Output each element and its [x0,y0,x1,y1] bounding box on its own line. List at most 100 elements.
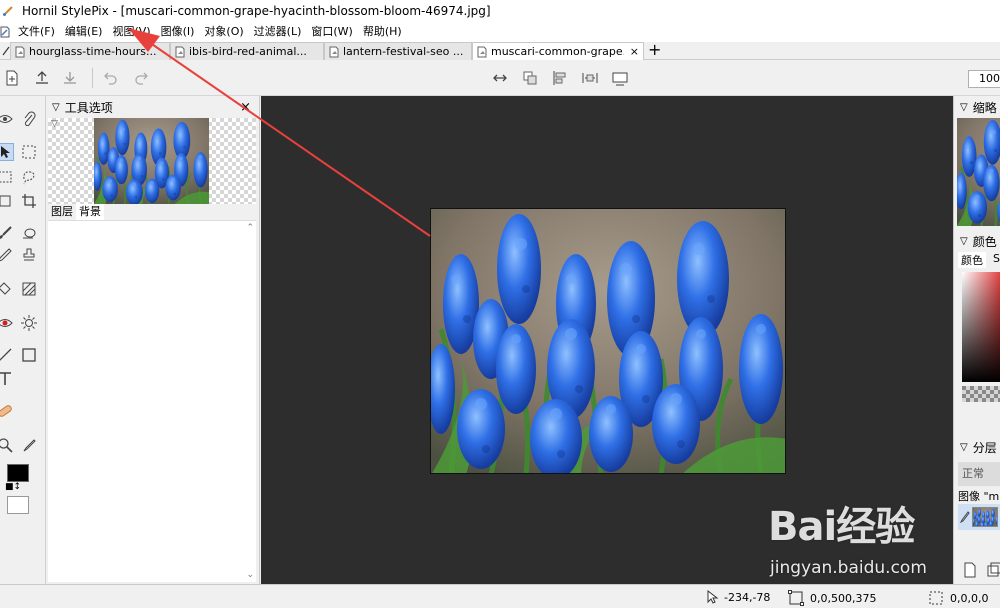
layers-arrange-icon [523,71,537,85]
canvas-size-button[interactable] [610,69,630,87]
menu-image[interactable]: 图像(I) [156,22,200,42]
tool-crop[interactable] [20,192,38,210]
tool-lasso[interactable] [20,168,38,186]
navigator-thumbnail[interactable] [957,118,1000,226]
background-color-swatch[interactable] [7,496,29,514]
tool-bandage[interactable] [0,402,14,420]
tool-transform[interactable] [0,192,14,210]
tool-eye[interactable] [0,110,14,128]
close-icon[interactable]: × [630,45,639,58]
menu-edit[interactable]: 编辑(E) [60,22,108,42]
swap-colors-icon[interactable]: ■↕ [5,482,21,492]
chevron-down-icon[interactable]: ▽ [960,236,968,247]
window-title: Hornil StylePix - [muscari-common-grape-… [22,4,491,18]
triangle-down-icon[interactable]: ▽ [51,119,58,129]
undo-icon [104,72,117,85]
upload-icon [36,71,48,84]
close-icon[interactable]: × [240,100,251,115]
subtab-layer[interactable]: 图层 [48,204,76,220]
tool-brush[interactable] [0,224,14,242]
redo-button[interactable] [132,69,152,87]
new-image-icon [6,70,18,86]
alpha-slider[interactable] [962,386,1000,402]
chevron-down-icon[interactable]: ▽ [52,102,60,113]
image-file-icon [329,46,339,57]
layer-duplicate-button[interactable] [986,562,1000,581]
menu-file[interactable]: 文件(F) [13,22,60,42]
tool-eyedropper[interactable] [20,436,38,454]
foreground-color-swatch[interactable] [7,464,29,482]
tab-lantern[interactable]: lantern-festival-seo ... [324,42,472,60]
tool-zoom[interactable] [0,436,14,454]
color-panel-header: ▽ 颜色 [954,230,1000,252]
tool-clone[interactable] [20,246,38,264]
tab-muscari[interactable]: muscari-common-grape... × [472,42,644,60]
blend-mode-select[interactable]: 正常 [958,462,1000,486]
bounds-icon [788,590,804,606]
tool-pointer[interactable] [0,143,14,161]
tool-marquee-select[interactable] [20,143,38,161]
lasso-icon [23,171,35,185]
image-bounds: 0,0,500,375 [788,590,876,606]
layer-new-button[interactable] [962,562,978,581]
color-panel-tabs: 颜色 S [958,252,1000,268]
tab-list-icon[interactable] [2,45,10,57]
new-tab-button[interactable]: + [648,40,661,59]
tool-brightness[interactable] [20,314,38,332]
menu-bar: 文件(F) 编辑(E) 视图(V) 图像(I) 对象(O) 过滤器(L) 窗口(… [0,22,1000,42]
zoom-level-field[interactable]: 100% [968,70,1000,88]
layer-thumbnail [972,507,998,527]
menu-window[interactable]: 窗口(W) [306,22,357,42]
tab-color[interactable]: 颜色 [958,252,986,268]
tool-paperclip[interactable] [20,110,38,128]
document-tab-bar: hourglass-time-hours... ibis-bird-red-an… [0,40,1000,60]
rectangle-icon [22,348,36,362]
tool-options-subtabs: 图层 背景 [48,204,256,220]
menu-object[interactable]: 对象(O) [199,22,248,42]
tool-rect-select[interactable] [0,168,14,186]
tab-swatches[interactable]: S [990,252,1000,268]
distribute-button[interactable] [580,69,600,87]
menu-filter[interactable]: 过滤器(L) [249,22,307,42]
scroll-up-icon[interactable]: ⌃ [246,223,254,233]
thumbnail-panel-header: ▽ 缩略 [954,96,1000,118]
canvas-area[interactable] [261,96,953,584]
tool-gradient[interactable] [20,280,38,298]
tab-hourglass[interactable]: hourglass-time-hours... [10,42,170,60]
tool-fill[interactable] [0,280,14,298]
color-picker-field[interactable] [962,272,1000,382]
import-button[interactable] [60,69,80,87]
toolbar-separator [92,68,93,88]
new-layer-icon [964,562,976,578]
pencil-icon [960,511,970,523]
subtab-background[interactable]: 背景 [76,204,104,220]
tool-rectangle[interactable] [20,346,38,364]
image-bounds-value: 0,0,500,375 [810,591,877,605]
layer-row[interactable] [958,504,1000,530]
tool-line[interactable] [0,346,14,364]
export-button[interactable] [32,69,52,87]
tab-ibis[interactable]: ibis-bird-red-animal... [170,42,324,60]
marquee-icon [22,145,36,159]
grape-hyacinth-photo [431,209,786,474]
tool-pencil[interactable] [0,246,14,264]
tool-red-eye[interactable] [0,314,14,332]
line-icon [0,348,12,361]
undo-button[interactable] [100,69,120,87]
align-button[interactable] [550,69,570,87]
image-canvas[interactable] [430,208,786,474]
layers-panel-title: 分层 [972,440,997,455]
menu-help[interactable]: 帮助(H) [358,22,407,42]
chevron-down-icon[interactable]: ▽ [960,442,968,453]
chevron-down-icon[interactable]: ▽ [960,102,968,113]
image-file-icon [15,46,25,57]
new-image-button[interactable] [2,69,22,87]
red-eye-icon [0,319,13,327]
flip-button[interactable] [490,69,510,87]
image-file-icon [175,46,185,57]
tool-eraser[interactable] [20,224,38,242]
scroll-down-icon[interactable]: ⌄ [246,570,254,580]
menu-view[interactable]: 视图(V) [107,22,155,42]
tool-text[interactable] [0,370,14,388]
arrange-button[interactable] [520,69,540,87]
